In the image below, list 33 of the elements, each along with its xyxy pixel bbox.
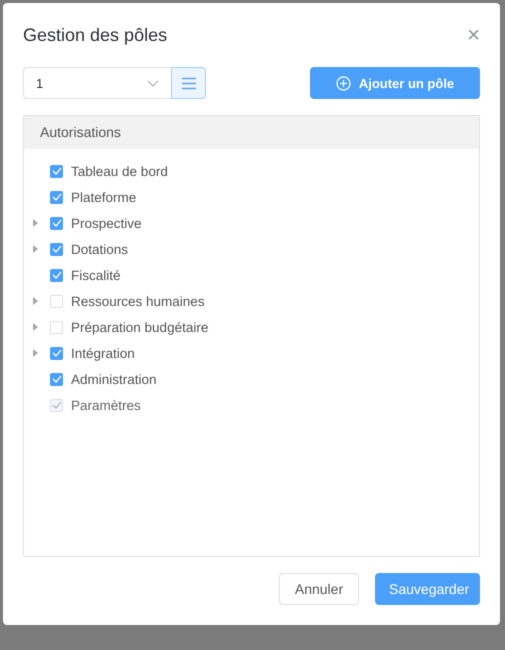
pole-select[interactable]: 1 xyxy=(23,67,171,99)
menu-icon xyxy=(180,76,196,90)
add-pole-button[interactable]: Ajouter un pôle xyxy=(310,67,480,99)
checkbox[interactable] xyxy=(50,216,63,230)
dialog-title: Gestion des pôles xyxy=(23,24,168,46)
close-button[interactable]: × xyxy=(467,24,480,46)
panel-header: Autorisations xyxy=(24,116,479,149)
permission-label: Fiscalité xyxy=(71,268,121,282)
plus-circle-icon xyxy=(336,76,351,90)
permission-label: Paramètres xyxy=(71,398,141,412)
expand-arrow-icon[interactable] xyxy=(33,323,38,331)
permission-label: Prospective xyxy=(71,216,142,230)
expand-arrow-icon[interactable] xyxy=(33,245,38,253)
permission-label: Plateforme xyxy=(71,190,136,204)
checkbox[interactable] xyxy=(50,164,63,178)
chevron-down-icon xyxy=(147,80,159,86)
permission-label: Administration xyxy=(71,372,157,386)
save-button[interactable]: Sauvegarder xyxy=(375,573,480,605)
permission-label: Tableau de bord xyxy=(71,164,168,178)
cancel-button[interactable]: Annuler xyxy=(279,573,359,605)
expand-arrow-icon[interactable] xyxy=(33,297,38,305)
expand-arrow-icon[interactable] xyxy=(33,219,38,227)
checkbox[interactable] xyxy=(50,268,63,282)
permission-label: Préparation budgétaire xyxy=(71,320,208,334)
checkbox[interactable] xyxy=(50,242,63,256)
checkbox[interactable] xyxy=(50,346,63,360)
permission-label: Ressources humaines xyxy=(71,294,205,308)
expand-arrow-icon[interactable] xyxy=(33,349,38,357)
checkbox[interactable] xyxy=(50,190,63,204)
list-button[interactable] xyxy=(171,67,206,99)
checkbox[interactable] xyxy=(50,372,63,386)
permission-label: Intégration xyxy=(71,346,135,360)
permission-label: Dotations xyxy=(71,242,128,256)
